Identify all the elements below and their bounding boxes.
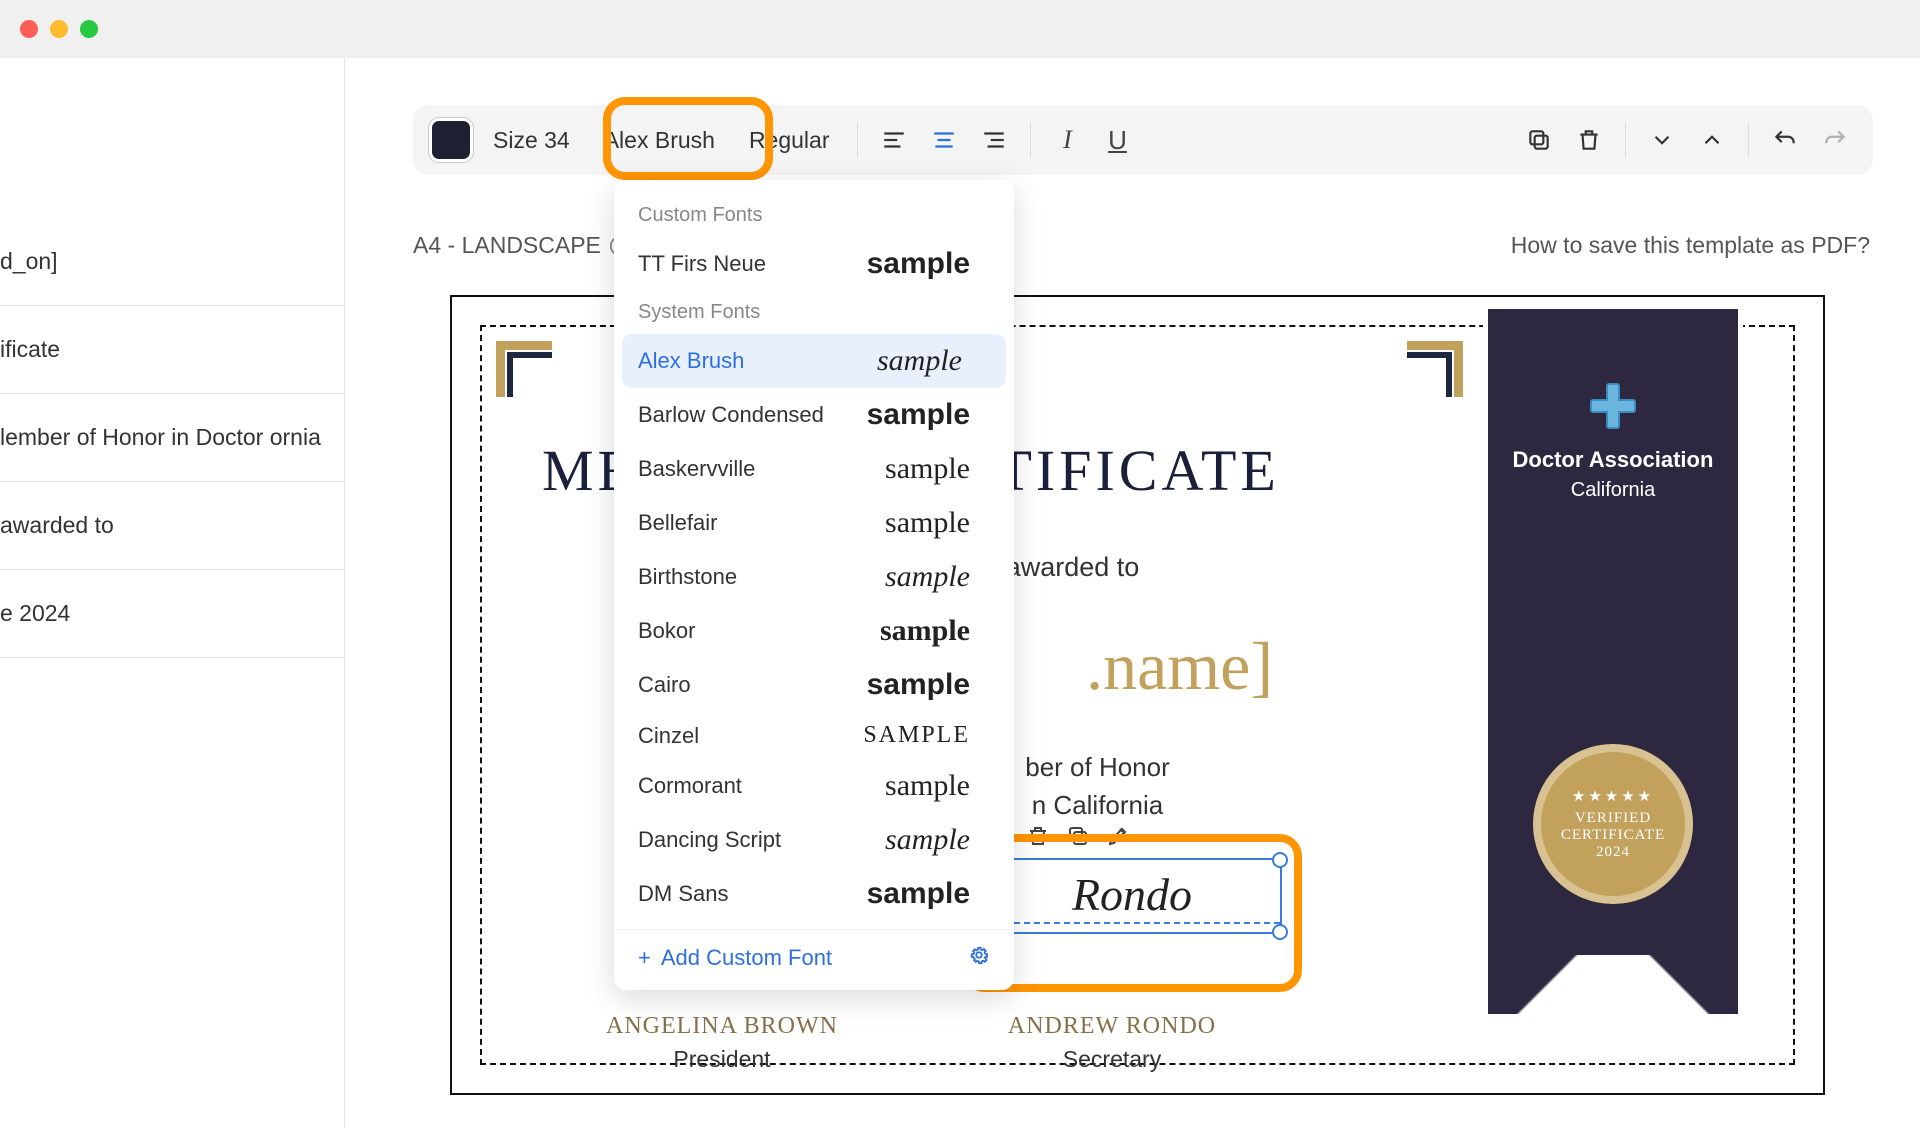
- font-sample: SAMPLE: [863, 722, 970, 749]
- toolbar-divider: [1030, 122, 1031, 158]
- text-toolbar: Size 34 Alex Brush Regular I U: [413, 105, 1873, 175]
- selected-text-element[interactable]: Rondo: [982, 858, 1282, 934]
- duplicate-icon[interactable]: [1066, 824, 1090, 853]
- delete-icon[interactable]: [1026, 824, 1050, 853]
- font-weight-selector[interactable]: Regular: [735, 119, 844, 162]
- selection-mini-toolbar: [1018, 820, 1138, 857]
- add-custom-font-button[interactable]: Add Custom Font: [661, 945, 832, 971]
- font-option-name: Bellefair: [638, 510, 717, 536]
- verified-seal: ★★★★★ VERIFIED CERTIFICATE 2024: [1533, 744, 1693, 904]
- font-sample: sample: [867, 398, 970, 432]
- font-sample: sample: [885, 560, 970, 594]
- stars-icon: ★★★★★: [1572, 787, 1654, 806]
- font-option-name: Cormorant: [638, 773, 742, 799]
- plus-icon[interactable]: +: [638, 945, 651, 971]
- font-sample: sample: [867, 877, 970, 911]
- toolbar-divider: [857, 122, 858, 158]
- font-option[interactable]: Bellefair sample: [614, 496, 1014, 550]
- font-sample: sample: [877, 344, 962, 378]
- signature-title: President: [592, 1046, 852, 1073]
- page-format-label: A4 - LANDSCAPE: [413, 232, 631, 259]
- font-option-name: Bokor: [638, 618, 695, 644]
- sidebar-item[interactable]: awarded to: [0, 482, 344, 570]
- delete-icon[interactable]: [1567, 118, 1611, 162]
- left-panel: d_on] ificate lember of Honor in Doctor …: [0, 58, 345, 1128]
- edit-icon[interactable]: [1106, 824, 1130, 853]
- move-down-icon[interactable]: [1640, 118, 1684, 162]
- align-left-icon[interactable]: [872, 118, 916, 162]
- signature-block[interactable]: Andrew Rondo Secretary: [982, 1013, 1242, 1073]
- recipient-name-bracket[interactable]: .name]: [1086, 627, 1273, 706]
- sidebar-item[interactable]: e 2024: [0, 570, 344, 658]
- window-minimize-button[interactable]: [50, 20, 68, 38]
- font-option[interactable]: Alex Brush sample: [622, 334, 1006, 388]
- font-option-name: Dancing Script: [638, 827, 781, 853]
- window-zoom-button[interactable]: [80, 20, 98, 38]
- corner-ornament-icon: [1403, 341, 1463, 401]
- font-option[interactable]: Birthstone sample: [614, 550, 1014, 604]
- font-option-name: TT Firs Neue: [638, 251, 766, 277]
- font-option[interactable]: Baskervville sample: [614, 442, 1014, 496]
- align-right-icon[interactable]: [972, 118, 1016, 162]
- font-option[interactable]: Bokor sample: [614, 604, 1014, 658]
- align-center-icon[interactable]: [922, 118, 966, 162]
- font-family-selector[interactable]: Alex Brush: [590, 119, 729, 162]
- font-option[interactable]: Cinzel SAMPLE: [614, 712, 1014, 759]
- window-close-button[interactable]: [20, 20, 38, 38]
- font-option[interactable]: DM Sans sample: [614, 867, 1014, 921]
- font-option[interactable]: TT Firs Neue sample: [614, 237, 1014, 291]
- move-up-icon[interactable]: [1690, 118, 1734, 162]
- gear-icon[interactable]: [968, 944, 990, 972]
- font-sample: sample: [867, 247, 970, 281]
- font-option-name: DM Sans: [638, 881, 728, 907]
- font-size-selector[interactable]: Size 34: [479, 119, 584, 162]
- dropdown-section-header: System Fonts: [614, 291, 1014, 334]
- signature-name: Andrew Rondo: [982, 1013, 1242, 1040]
- toolbar-divider: [1748, 122, 1749, 158]
- italic-icon[interactable]: I: [1045, 118, 1089, 162]
- font-option[interactable]: Cormorant sample: [614, 759, 1014, 813]
- sidebar-item[interactable]: lember of Honor in Doctor ornia: [0, 394, 344, 482]
- signature-block[interactable]: Angelina Brown President: [592, 1013, 852, 1073]
- underline-icon[interactable]: U: [1095, 118, 1139, 162]
- font-option-name: Birthstone: [638, 564, 737, 590]
- font-option-name: Alex Brush: [638, 348, 744, 374]
- font-option[interactable]: Cairo sample: [614, 658, 1014, 712]
- banner-org-name: Doctor Association: [1488, 447, 1738, 473]
- font-sample: sample: [885, 506, 970, 540]
- help-link[interactable]: How to save this template as PDF?: [1511, 232, 1870, 259]
- sidebar-item[interactable]: ificate: [0, 306, 344, 394]
- font-option[interactable]: Dancing Script sample: [614, 813, 1014, 867]
- font-sample: sample: [885, 769, 970, 803]
- window-titlebar: [0, 0, 1920, 58]
- banner-org-location: California: [1488, 479, 1738, 502]
- font-sample: sample: [880, 614, 970, 648]
- award-banner[interactable]: Doctor Association California ★★★★★ VERI…: [1483, 309, 1743, 1019]
- font-sample: sample: [885, 452, 970, 486]
- signature-title: Secretary: [982, 1046, 1242, 1073]
- resize-handle[interactable]: [1272, 852, 1288, 868]
- text-color-swatch[interactable]: [429, 118, 473, 162]
- font-sample: sample: [867, 668, 970, 702]
- corner-ornament-icon: [496, 341, 556, 401]
- font-option-name: Cairo: [638, 672, 691, 698]
- undo-icon[interactable]: [1763, 118, 1807, 162]
- sidebar-item[interactable]: d_on]: [0, 218, 344, 306]
- redo-icon[interactable]: [1813, 118, 1857, 162]
- duplicate-icon[interactable]: [1517, 118, 1561, 162]
- medical-cross-icon: [1586, 379, 1640, 433]
- font-option-name: Barlow Condensed: [638, 402, 824, 428]
- font-option-name: Cinzel: [638, 723, 699, 749]
- font-option-name: Baskervville: [638, 456, 755, 482]
- font-option[interactable]: Barlow Condensed sample: [614, 388, 1014, 442]
- font-sample: sample: [885, 823, 970, 857]
- toolbar-divider: [1625, 122, 1626, 158]
- font-dropdown: Custom Fonts TT Firs Neue sample System F…: [614, 180, 1014, 990]
- resize-handle[interactable]: [1272, 924, 1288, 940]
- dropdown-section-header: Custom Fonts: [614, 194, 1014, 237]
- signature-text[interactable]: Rondo: [984, 860, 1280, 930]
- signature-name: Angelina Brown: [592, 1013, 852, 1040]
